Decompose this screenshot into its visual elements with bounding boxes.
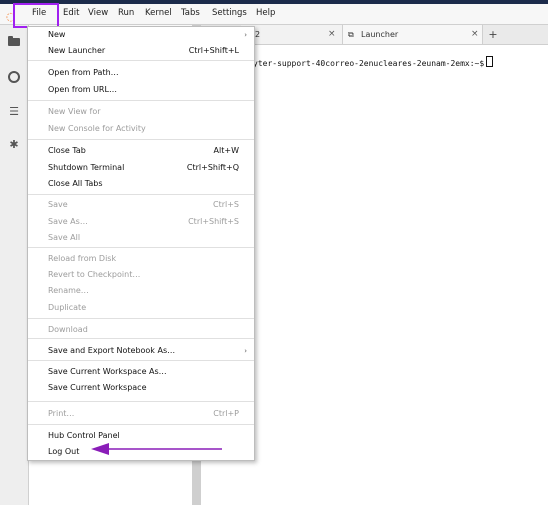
menu-item-shortcut: Ctrl+Shift+Q xyxy=(186,163,239,172)
submenu-arrow-icon: › xyxy=(244,31,247,39)
menu-item-label: Rename… xyxy=(48,286,89,295)
terminal-cursor xyxy=(486,56,494,67)
menu-separator xyxy=(28,247,254,248)
tab-terminal-close-icon[interactable]: × xyxy=(328,29,336,39)
menu-separator xyxy=(28,318,254,319)
menu-item-new-console-for-activity: New Console for Activity xyxy=(48,123,253,136)
left-activity-bar: ☰ ✱ xyxy=(0,25,29,505)
menu-item-open-from-path[interactable]: Open from Path… xyxy=(48,67,253,80)
menu-item-label: Save Current Workspace xyxy=(48,383,147,392)
menu-item-label: Close Tab xyxy=(48,146,86,155)
menu-item-reload-from-disk: Reload from Disk xyxy=(48,253,253,266)
extension-puzzle-icon[interactable]: ✱ xyxy=(8,139,20,151)
menu-item-label: Shutdown Terminal xyxy=(48,163,125,172)
menu-item-shortcut: Ctrl+S xyxy=(212,200,239,209)
menu-item-label: Save xyxy=(48,200,68,209)
menu-item-label: Revert to Checkpoint… xyxy=(48,270,141,279)
menu-item-shortcut: Ctrl+Shift+S xyxy=(188,217,239,226)
menu-view[interactable]: View xyxy=(88,8,108,18)
add-tab-button[interactable]: + xyxy=(483,25,503,44)
menu-item-label: New Console for Activity xyxy=(48,124,146,133)
menu-item-label: Close All Tabs xyxy=(48,179,103,188)
menu-run[interactable]: Run xyxy=(118,8,134,18)
menu-item-shortcut: Ctrl+P xyxy=(213,409,239,418)
menu-item-label: Open from Path… xyxy=(48,68,119,77)
menu-item-shortcut: Alt+W xyxy=(213,146,239,155)
menu-separator xyxy=(28,338,254,339)
menu-item-label: Log Out xyxy=(48,447,80,456)
menu-item-save-as: Save As… Ctrl+Shift+S xyxy=(48,216,253,229)
tab-terminal-label: 2 xyxy=(255,30,261,39)
list-icon[interactable]: ☰ xyxy=(8,106,20,118)
menu-item-print: Print… Ctrl+P xyxy=(48,408,253,421)
terminal-prompt-line: yter-support-40correo-2enucleares-2eunam… xyxy=(253,56,494,68)
menu-item-open-from-url[interactable]: Open from URL… xyxy=(48,84,253,97)
tab-launcher-label: Launcher xyxy=(361,30,399,39)
menu-item-label: Save and Export Notebook As… xyxy=(48,346,176,355)
menu-item-label: Save Current Workspace As… xyxy=(48,367,167,376)
menu-item-save-current-workspace-as[interactable]: Save Current Workspace As… xyxy=(48,366,253,379)
main-menubar: ◌ File Edit View Run Kernel Tabs Setting… xyxy=(0,4,548,25)
menu-item-label: New Launcher xyxy=(48,46,106,55)
menu-item-shutdown-terminal[interactable]: Shutdown Terminal Ctrl+Shift+Q xyxy=(48,162,253,175)
menu-item-save-all: Save All xyxy=(48,232,253,245)
menu-item-close-tab[interactable]: Close Tab Alt+W xyxy=(48,145,253,158)
tab-launcher-close-icon[interactable]: × xyxy=(471,29,479,39)
menu-item-label: Download xyxy=(48,325,88,334)
menu-separator xyxy=(28,100,254,101)
menu-item-revert-to-checkpoint: Revert to Checkpoint… xyxy=(48,269,253,282)
menu-item-save: Save Ctrl+S xyxy=(48,199,253,212)
menu-separator xyxy=(28,424,254,425)
menu-item-label: Reload from Disk xyxy=(48,254,117,263)
running-circle-icon[interactable] xyxy=(8,71,20,83)
menu-item-save-and-export-notebook-as[interactable]: Save and Export Notebook As… › xyxy=(48,345,253,358)
file-menu-dropdown: New › New Launcher Ctrl+Shift+L Open from Pa… xyxy=(27,26,255,461)
menu-separator xyxy=(28,139,254,140)
menu-item-new[interactable]: New › xyxy=(48,29,253,42)
menu-item-label: Hub Control Panel xyxy=(48,431,120,440)
tab-terminal[interactable]: 2 × xyxy=(241,25,343,44)
submenu-arrow-icon: › xyxy=(244,347,247,355)
menu-tabs[interactable]: Tabs xyxy=(181,8,200,18)
menu-item-label: Save As… xyxy=(48,217,88,226)
menu-item-new-view-for: New View for xyxy=(48,106,253,119)
menu-item-rename: Rename… xyxy=(48,285,253,298)
launcher-tab-icon: ⧉ xyxy=(348,30,354,39)
menu-item-download: Download xyxy=(48,324,253,337)
menu-item-label: Save All xyxy=(48,233,81,242)
terminal-prompt: yter-support-40correo-2enucleares-2eunam… xyxy=(253,59,485,68)
menu-edit[interactable]: Edit xyxy=(63,8,79,18)
menu-separator xyxy=(28,401,254,402)
menu-item-new-launcher[interactable]: New Launcher Ctrl+Shift+L xyxy=(48,45,253,58)
menu-separator xyxy=(28,60,254,61)
menu-kernel[interactable]: Kernel xyxy=(145,8,172,18)
menu-item-save-current-workspace[interactable]: Save Current Workspace xyxy=(48,382,253,395)
menu-item-label: Open from URL… xyxy=(48,85,117,94)
menu-separator xyxy=(28,194,254,195)
menu-item-label: Duplicate xyxy=(48,303,87,312)
menu-item-duplicate: Duplicate xyxy=(48,302,253,315)
tab-launcher[interactable]: ⧉ Launcher × xyxy=(343,25,483,44)
menu-item-close-all-tabs[interactable]: Close All Tabs xyxy=(48,178,253,191)
menu-item-label: Print… xyxy=(48,409,75,418)
annotation-arrow-icon xyxy=(91,443,222,455)
menu-item-label: New View for xyxy=(48,107,101,116)
folder-icon[interactable] xyxy=(8,36,20,46)
menu-separator xyxy=(28,360,254,361)
menu-item-shortcut: Ctrl+Shift+L xyxy=(188,46,239,55)
file-menu-highlight-box xyxy=(13,3,59,28)
menu-help[interactable]: Help xyxy=(256,8,275,18)
menu-settings[interactable]: Settings xyxy=(212,8,247,18)
menu-item-label: New xyxy=(48,30,66,39)
